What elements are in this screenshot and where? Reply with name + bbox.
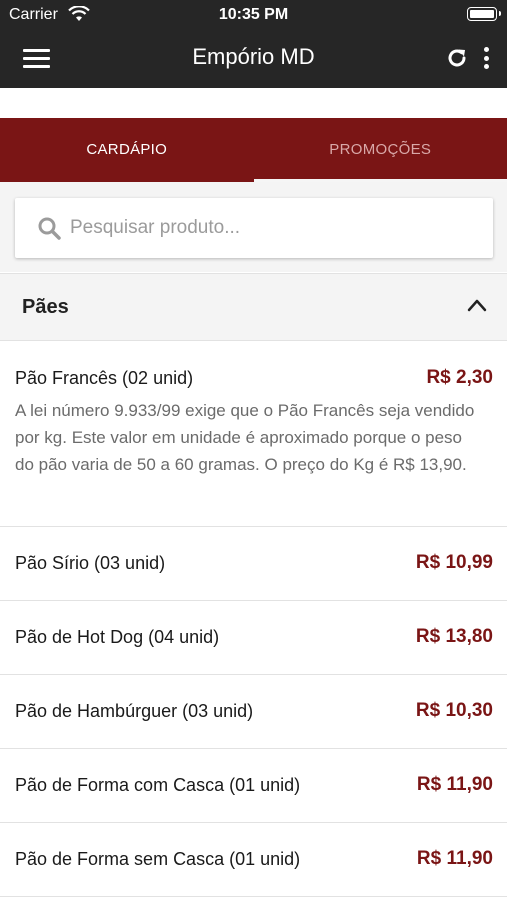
product-name: Pão Francês (02 unid) xyxy=(15,368,194,388)
status-bar: Carrier 10:35 PM xyxy=(0,0,507,30)
product-name: Pão de Forma com Casca (01 unid) xyxy=(15,775,301,795)
category-title: Pães xyxy=(22,296,69,318)
chevron-up-icon[interactable] xyxy=(467,298,487,312)
search-box xyxy=(15,198,493,258)
tab-bar: CARDÁPIO PROMOÇÕES xyxy=(0,118,507,182)
product-price: R$ 2,30 xyxy=(426,367,493,388)
product-name: Pão de Forma sem Casca (01 unid) xyxy=(15,849,301,869)
product-description: A lei número 9.933/99 exige que o Pão Fr… xyxy=(15,401,475,474)
search-area xyxy=(0,182,507,272)
app-bar: Empório MD xyxy=(0,30,507,88)
product-price: R$ 11,90 xyxy=(416,774,493,795)
refresh-icon[interactable] xyxy=(445,46,469,70)
clock: 10:35 PM xyxy=(218,6,289,23)
list-item[interactable]: Pão Francês (02 unid) R$ 2,30 A lei núme… xyxy=(0,342,507,527)
list-item[interactable]: Pão de Hambúrguer (03 unid) R$ 10,30 xyxy=(0,675,507,749)
battery-icon xyxy=(467,7,501,21)
product-name: Pão Sírio (03 unid) xyxy=(15,553,166,573)
list-item[interactable]: Pão de Forma com Casca (01 unid) R$ 11,9… xyxy=(0,749,507,823)
tab-cardapio[interactable]: CARDÁPIO xyxy=(0,118,254,182)
product-price: R$ 10,99 xyxy=(415,552,493,573)
tab-promocoes[interactable]: PROMOÇÕES xyxy=(254,118,507,182)
product-price: R$ 11,90 xyxy=(416,848,493,869)
search-input[interactable] xyxy=(70,210,480,246)
product-list: Pão Francês (02 unid) R$ 2,30 A lei núme… xyxy=(0,342,507,897)
product-price: R$ 13,80 xyxy=(415,626,493,647)
product-name: Pão de Hot Dog (04 unid) xyxy=(15,627,220,647)
list-item[interactable]: Pão de Forma sem Casca (01 unid) R$ 11,9… xyxy=(0,823,507,897)
search-icon xyxy=(38,217,61,240)
more-vertical-icon[interactable] xyxy=(482,46,490,70)
product-name: Pão de Hambúrguer (03 unid) xyxy=(15,701,254,721)
category-header-paes[interactable]: Pães xyxy=(0,273,507,341)
list-item[interactable]: Pão de Hot Dog (04 unid) R$ 13,80 xyxy=(0,601,507,675)
app-title: Empório MD xyxy=(192,44,315,69)
product-price: R$ 10,30 xyxy=(415,700,493,721)
list-item[interactable]: Pão Sírio (03 unid) R$ 10,99 xyxy=(0,527,507,601)
